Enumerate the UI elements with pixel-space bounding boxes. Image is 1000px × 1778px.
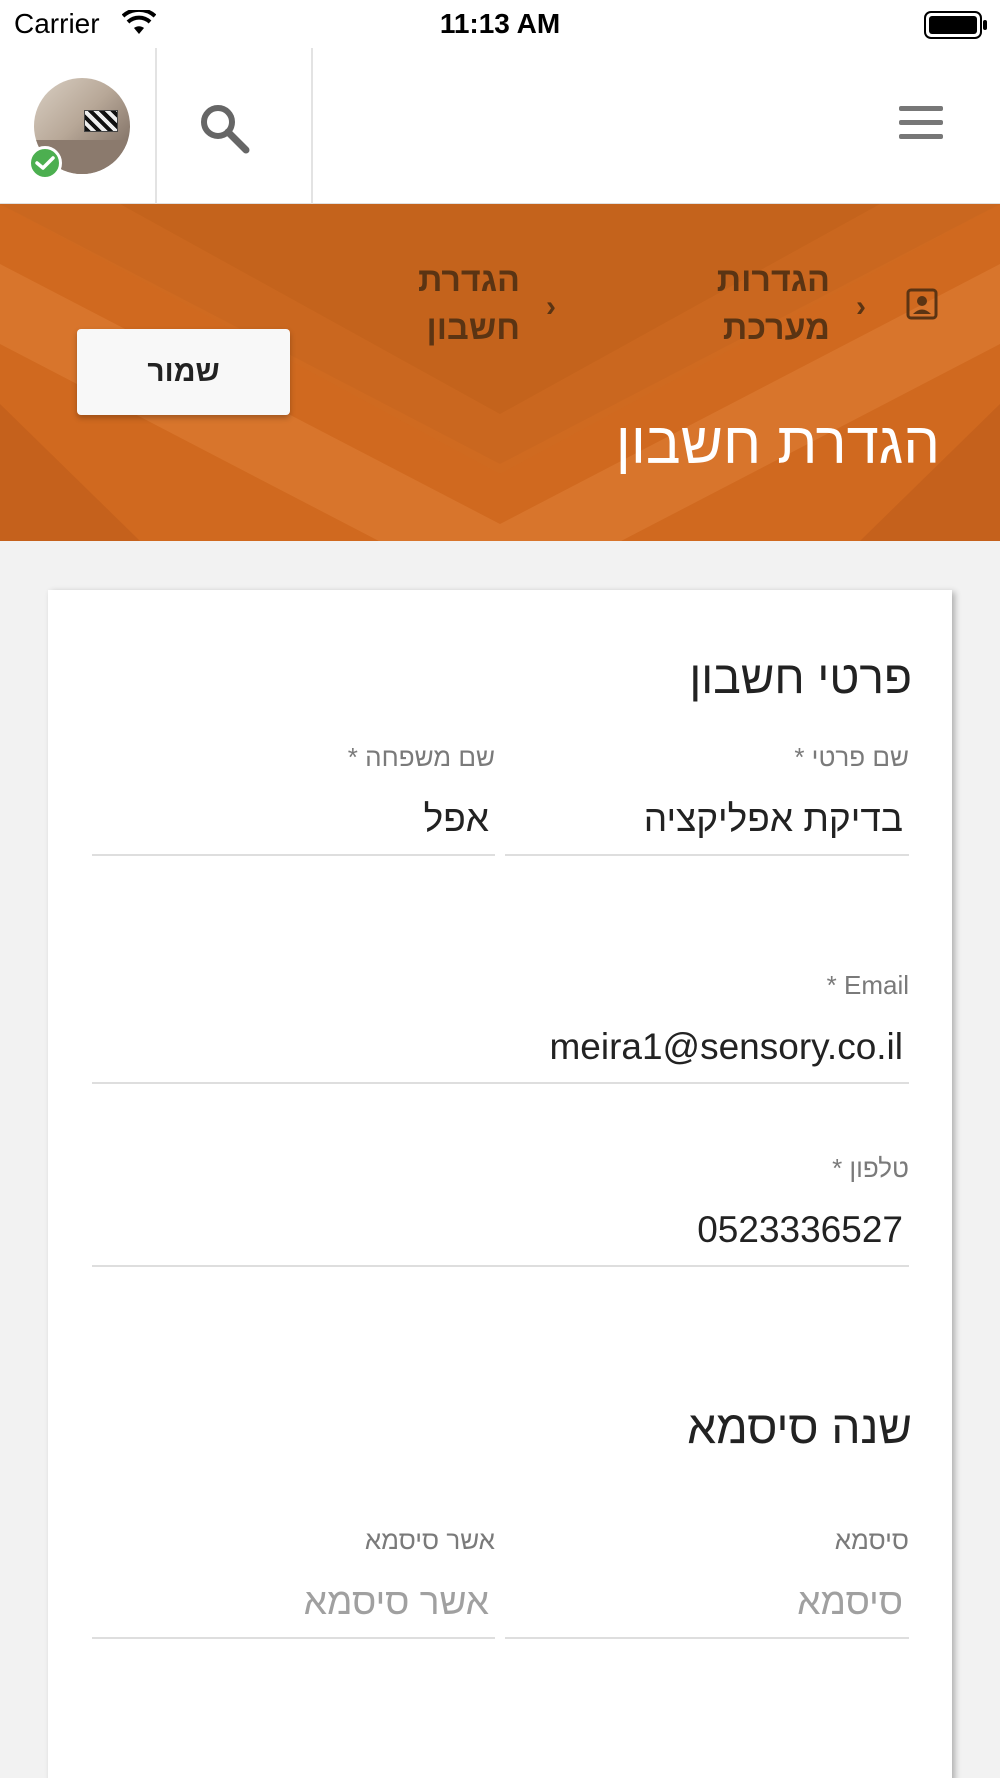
divider bbox=[155, 48, 157, 204]
account-settings-screen: Carrier 11:13 AM › הגדרות מערכת › הגדרת … bbox=[0, 0, 1000, 1778]
chevron-right-icon: › bbox=[856, 290, 866, 323]
breadcrumb-account-settings: הגדרת חשבון bbox=[417, 261, 520, 347]
account-form-card: פרטי חשבון שם פרטי * שם משפחה * Email * … bbox=[48, 590, 952, 1778]
confirm-password-field: אשר סיסמא bbox=[92, 1525, 495, 1639]
avatar-photo-art bbox=[84, 110, 118, 132]
check-icon bbox=[28, 146, 62, 180]
first-name-field: שם פרטי * bbox=[505, 742, 909, 856]
breadcrumb-system-settings[interactable]: הגדרות מערכת bbox=[690, 256, 830, 352]
confirm-password-label: אשר סיסמא bbox=[364, 1525, 495, 1555]
last-name-field: שם משפחה * bbox=[92, 742, 495, 856]
account-details-title: פרטי חשבון bbox=[689, 651, 912, 703]
clock: 11:13 AM bbox=[439, 8, 561, 39]
status-bar: Carrier 11:13 AM bbox=[0, 0, 1000, 48]
change-password-title: שנה סיסמא bbox=[687, 1401, 912, 1453]
save-button[interactable]: שמור bbox=[77, 329, 290, 415]
last-name-label: שם משפחה * bbox=[347, 742, 495, 772]
search-icon[interactable] bbox=[196, 100, 256, 156]
hamburger-icon[interactable] bbox=[892, 106, 950, 150]
phone-field: טלפון * bbox=[92, 1153, 909, 1267]
last-name-input[interactable] bbox=[92, 776, 495, 856]
email-input[interactable] bbox=[92, 1004, 909, 1084]
password-input[interactable] bbox=[505, 1559, 909, 1639]
top-app-bar bbox=[0, 48, 1000, 204]
phone-label: טלפון * bbox=[832, 1153, 909, 1183]
email-label: Email * bbox=[826, 970, 909, 1000]
chevron-right-icon: › bbox=[546, 290, 556, 323]
email-field: Email * bbox=[92, 970, 909, 1084]
first-name-input[interactable] bbox=[505, 776, 909, 856]
phone-input[interactable] bbox=[92, 1187, 909, 1267]
account-box-icon[interactable] bbox=[904, 286, 940, 322]
confirm-password-input[interactable] bbox=[92, 1559, 495, 1639]
page-title: הגדרת חשבון bbox=[615, 411, 940, 476]
battery-icon bbox=[924, 11, 987, 39]
password-label: סיסמא bbox=[834, 1525, 909, 1555]
divider bbox=[311, 48, 313, 204]
page-header: › הגדרות מערכת › הגדרת חשבון הגדרת חשבון… bbox=[0, 204, 1000, 541]
first-name-label: שם פרטי * bbox=[794, 742, 909, 772]
password-field: סיסמא bbox=[505, 1525, 909, 1639]
